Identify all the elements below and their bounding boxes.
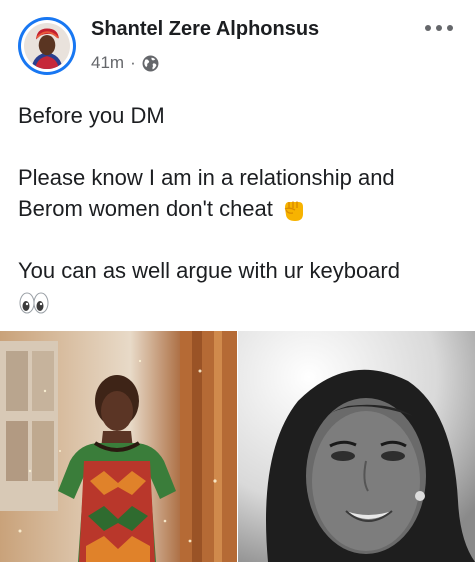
photo-grid (0, 331, 475, 562)
raised-fist-emoji-icon (284, 201, 304, 222)
more-options-button[interactable] (425, 18, 453, 38)
photo-image (238, 331, 475, 562)
post-line: Please know I am in a relationship and (18, 164, 395, 190)
post-line (18, 286, 458, 318)
post-line: Before you DM (18, 103, 165, 128)
globe-icon[interactable] (142, 55, 159, 72)
post-header: Shantel Zere Alphonsus 41m · (0, 0, 475, 90)
eyes-emoji-icon (19, 292, 49, 314)
avatar-photo (24, 23, 70, 69)
post-line: Berom women don't cheat (18, 193, 458, 225)
photo-woman-black-and-white-selfie[interactable] (238, 331, 475, 562)
author-avatar[interactable] (18, 17, 76, 75)
post-line: You can as well argue with ur keyboard (18, 257, 400, 283)
photo-woman-in-patterned-dress[interactable] (0, 331, 237, 562)
author-name[interactable]: Shantel Zere Alphonsus (91, 18, 319, 41)
more-dot-icon (447, 25, 453, 31)
photo-image (0, 331, 237, 562)
more-dot-icon (425, 25, 431, 31)
more-dot-icon (436, 25, 442, 31)
post-time[interactable]: 41m (91, 53, 124, 73)
post-body: Before you DM Please know I am in a rela… (18, 100, 458, 318)
post-meta: 41m · (91, 53, 159, 73)
post-line-text: Berom women don't cheat (18, 196, 273, 221)
meta-separator: · (130, 53, 136, 72)
